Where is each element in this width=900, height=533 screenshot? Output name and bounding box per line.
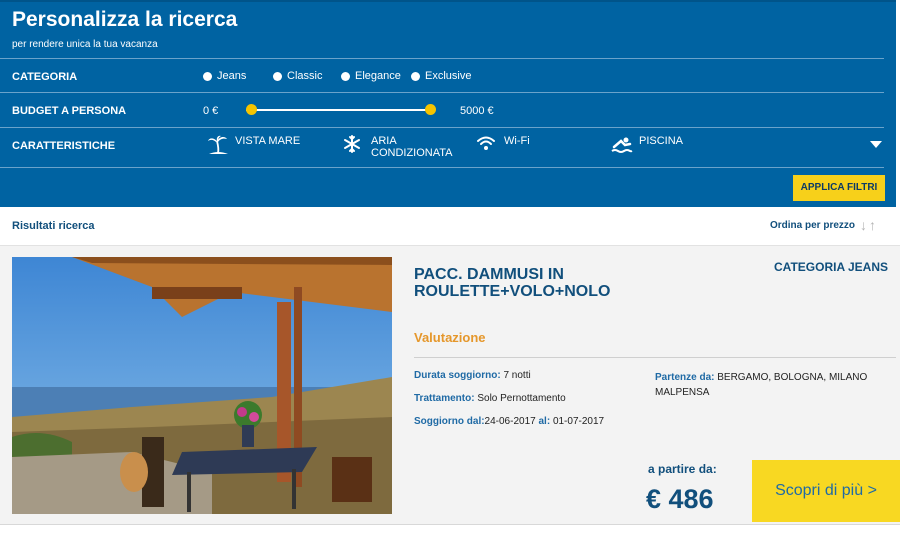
feature-label: Wi-Fi <box>504 135 530 147</box>
panel-subtitle: per rendere unica la tua vacanza <box>12 39 158 50</box>
feature-label: PISCINA <box>639 135 684 147</box>
radio-label: Exclusive <box>425 70 472 82</box>
feature-vista-mare[interactable]: VISTA MARE <box>207 135 300 155</box>
feature-piscina[interactable]: PISCINA <box>611 135 683 155</box>
stay-key: Soggiorno dal: <box>414 416 485 427</box>
budget-max-value: 5000 € <box>460 105 494 117</box>
radio-label: Elegance <box>355 70 401 82</box>
panel-title: Personalizza la ricerca <box>12 8 238 31</box>
stay-from: 24-06-2017 <box>484 416 536 427</box>
treatment-value: Solo Pernottamento <box>477 393 566 404</box>
departures-info: Partenze da: BERGAMO, BOLOGNA, MILANO MA… <box>655 370 880 400</box>
chevron-down-icon[interactable] <box>870 141 882 148</box>
result-card: PACC. DAMMUSI IN ROULETTE+VOLO+NOLO CATE… <box>0 245 900 533</box>
stay-al-key: al: <box>538 416 551 427</box>
rating-label: Valutazione <box>414 330 486 345</box>
duration-info: Durata soggiorno: 7 notti <box>414 370 531 381</box>
category-row: CATEGORIA Jeans Classic Elegance Exclusi… <box>0 58 884 92</box>
treatment-info: Trattamento: Solo Pernottamento <box>414 393 566 404</box>
offer-title[interactable]: PACC. DAMMUSI IN ROULETTE+VOLO+NOLO <box>414 266 694 300</box>
category-radio-jeans[interactable]: Jeans <box>203 70 246 82</box>
treatment-key: Trattamento: <box>414 393 475 404</box>
features-label: CARATTERISTICHE <box>12 140 116 152</box>
radio-label: Classic <box>287 70 323 82</box>
stay-to: 01-07-2017 <box>552 416 605 427</box>
beach-palm-icon <box>207 135 229 155</box>
stay-dates-info: Soggiorno dal:24-06-2017 al: 01-07-2017 <box>414 416 604 427</box>
budget-min-value: 0 € <box>203 105 219 117</box>
wifi-icon <box>476 135 498 155</box>
feature-label-line2: CONDIZIONATA <box>371 147 453 159</box>
category-label: CATEGORIA <box>12 71 78 83</box>
radio-dot[interactable] <box>411 71 420 81</box>
budget-slider-min-handle[interactable] <box>245 104 257 115</box>
results-title: Risultati ricerca <box>12 220 95 232</box>
price-value: € 486 <box>646 484 714 514</box>
category-radio-exclusive[interactable]: Exclusive <box>411 70 471 82</box>
price-from-label: a partire da: <box>648 462 717 476</box>
offer-category: CATEGORIA JEANS <box>774 260 889 274</box>
duration-key: Durata soggiorno: <box>414 370 501 381</box>
swimmer-icon <box>611 135 633 155</box>
feature-label-line1: ARIA <box>371 135 397 147</box>
radio-dot[interactable] <box>203 71 212 81</box>
search-filter-panel: Personalizza la ricerca per rendere unic… <box>0 0 896 207</box>
departures-key: Partenze da: <box>655 372 715 383</box>
card-divider <box>414 357 896 358</box>
panel-divider <box>0 167 884 168</box>
apply-filters-button[interactable]: APPLICA FILTRI <box>793 175 885 201</box>
radio-dot[interactable] <box>273 71 282 81</box>
radio-label: Jeans <box>217 70 247 82</box>
snowflake-icon <box>343 135 365 155</box>
feature-wifi[interactable]: Wi-Fi <box>476 135 530 155</box>
feature-label: VISTA MARE <box>235 135 301 147</box>
sort-arrows-icon[interactable]: ↓↑ <box>860 217 878 233</box>
radio-dot[interactable] <box>341 71 350 81</box>
budget-slider-max-handle[interactable] <box>424 104 436 115</box>
feature-aria-condizionata[interactable]: ARIA CONDIZIONATA <box>343 135 452 159</box>
duration-value: 7 notti <box>503 370 531 381</box>
category-radio-classic[interactable]: Classic <box>273 70 322 82</box>
property-photo[interactable] <box>12 257 392 514</box>
budget-label: BUDGET A PERSONA <box>12 105 127 117</box>
budget-slider-track[interactable] <box>246 109 430 111</box>
discover-more-button[interactable]: Scopri di più > <box>752 460 900 522</box>
category-radio-elegance[interactable]: Elegance <box>341 70 401 82</box>
budget-row: BUDGET A PERSONA 0 € 5000 € <box>0 92 884 127</box>
sort-by-price-link[interactable]: Ordina per prezzo <box>770 220 855 231</box>
results-header: Risultati ricerca Ordina per prezzo ↓↑ <box>0 207 896 245</box>
